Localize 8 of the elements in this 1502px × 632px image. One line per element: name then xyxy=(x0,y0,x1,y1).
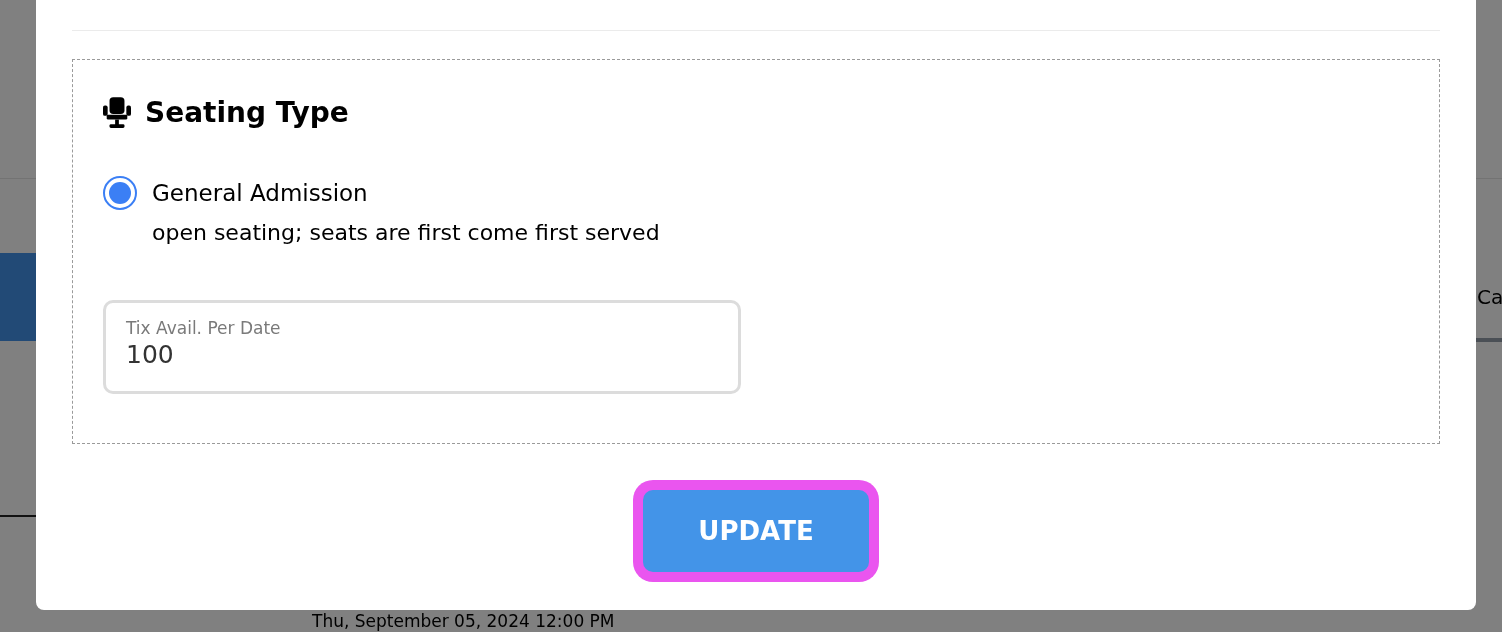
date-text: Thu, September 05, 2024 12:00 PM xyxy=(312,610,615,632)
input-field[interactable]: Tix Avail. Per Date 100 xyxy=(103,300,741,394)
seat-icon xyxy=(103,97,131,129)
section-title: Seating Type xyxy=(145,95,349,131)
radio-button[interactable] xyxy=(103,176,137,210)
tab-label[interactable]: Ca xyxy=(1477,283,1502,311)
option-label: General Admission xyxy=(152,179,369,208)
option-description: open seating; seats are first come first served xyxy=(152,219,660,247)
